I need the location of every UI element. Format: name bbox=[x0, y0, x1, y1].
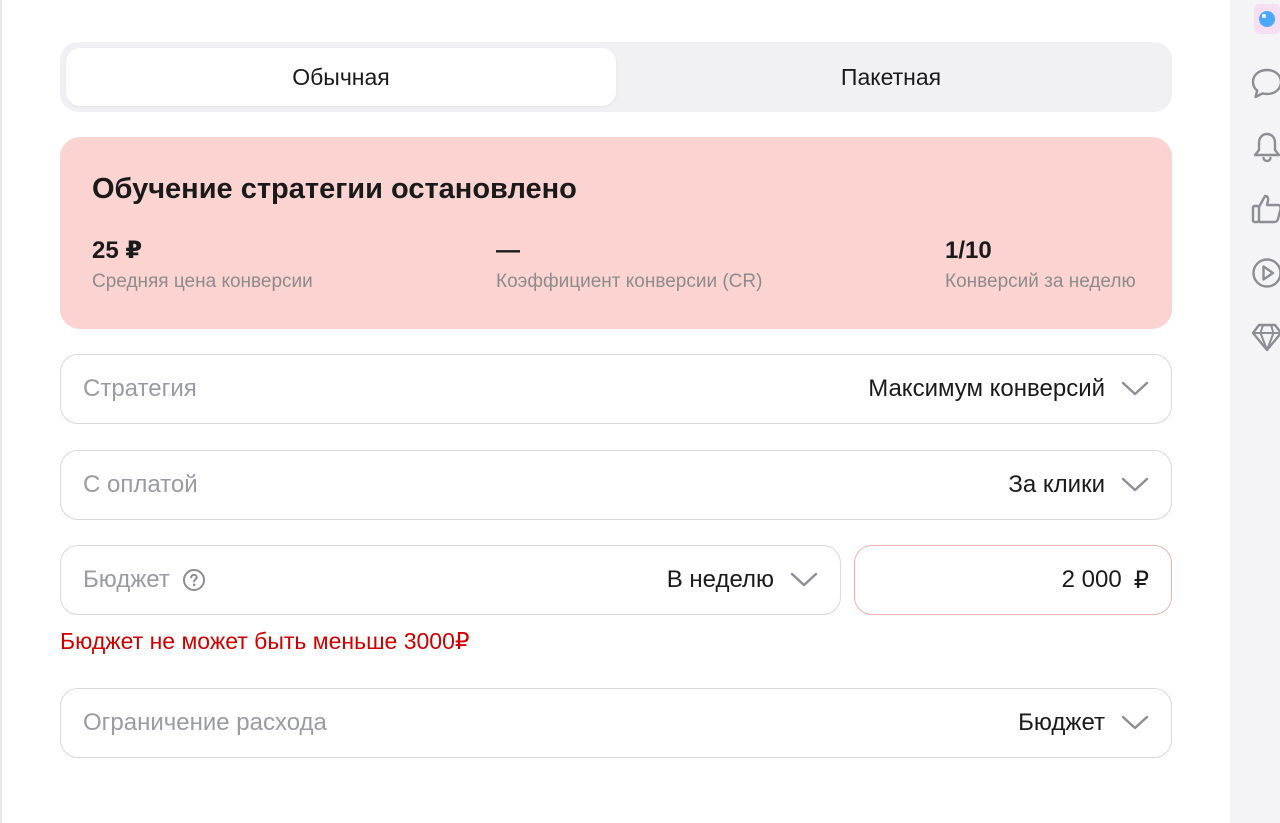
tab-package[interactable]: Пакетная bbox=[616, 48, 1166, 106]
currency-symbol: ₽ bbox=[1133, 566, 1149, 594]
bell-icon[interactable] bbox=[1250, 130, 1280, 164]
chevron-down-icon bbox=[1121, 471, 1149, 499]
strategy-value: Максимум конверсий bbox=[868, 375, 1105, 402]
budget-amount-input[interactable]: 2 000 ₽ bbox=[854, 545, 1172, 615]
payment-value: За клики bbox=[1008, 471, 1105, 498]
mode-tabs: Обычная Пакетная bbox=[60, 42, 1172, 112]
metric-value: 1/10 bbox=[945, 237, 992, 264]
chevron-down-icon bbox=[1121, 375, 1149, 403]
budget-amount-value: 2 000 bbox=[1061, 566, 1122, 593]
budget-period-value: В неделю bbox=[666, 566, 774, 593]
metric-avg-conversion-price: 25 ₽ Средняя цена конверсии bbox=[92, 237, 313, 293]
right-sidebar bbox=[1230, 0, 1280, 823]
metric-label: Конверсий за неделю bbox=[945, 271, 1136, 292]
tab-regular[interactable]: Обычная bbox=[66, 48, 616, 106]
strategy-label: Стратегия bbox=[83, 375, 197, 402]
help-icon[interactable] bbox=[182, 568, 206, 592]
metric-weekly-conversions: 1/10 Конверсий за неделю bbox=[945, 237, 1136, 293]
metric-label: Средняя цена конверсии bbox=[92, 271, 313, 292]
left-divider bbox=[0, 0, 2, 823]
metric-label: Коэффициент конверсии (CR) bbox=[496, 271, 763, 292]
limit-value: Бюджет bbox=[1018, 709, 1105, 736]
budget-label-text: Бюджет bbox=[83, 566, 170, 593]
chevron-down-icon bbox=[790, 566, 818, 594]
budget-label: Бюджет bbox=[83, 566, 206, 594]
metric-value: — bbox=[496, 237, 520, 264]
budget-error-message: Бюджет не может быть меньше 3000₽ bbox=[60, 628, 470, 654]
chat-icon[interactable] bbox=[1250, 66, 1280, 100]
limit-label: Ограничение расхода bbox=[83, 709, 327, 736]
budget-period-select[interactable]: Бюджет В неделю bbox=[60, 545, 841, 615]
chevron-down-icon bbox=[1121, 709, 1149, 737]
metric-conversion-rate: — Коэффициент конверсии (CR) bbox=[496, 237, 762, 293]
spending-limit-select[interactable]: Ограничение расхода Бюджет bbox=[60, 688, 1172, 758]
alert-title: Обучение стратегии остановлено bbox=[92, 173, 577, 205]
payment-select[interactable]: С оплатой За клики bbox=[60, 450, 1172, 520]
like-icon[interactable] bbox=[1250, 192, 1280, 226]
strategy-learning-alert: Обучение стратегии остановлено 25 ₽ Сред… bbox=[60, 137, 1172, 329]
payment-label: С оплатой bbox=[83, 471, 198, 498]
metric-value: 25 ₽ bbox=[92, 237, 143, 264]
strategy-select[interactable]: Стратегия Максимум конверсий bbox=[60, 354, 1172, 424]
app-logo-icon[interactable] bbox=[1254, 4, 1280, 34]
page: Обычная Пакетная Обучение стратегии оста… bbox=[0, 0, 1280, 823]
play-icon[interactable] bbox=[1250, 256, 1280, 290]
diamond-icon[interactable] bbox=[1250, 320, 1280, 354]
